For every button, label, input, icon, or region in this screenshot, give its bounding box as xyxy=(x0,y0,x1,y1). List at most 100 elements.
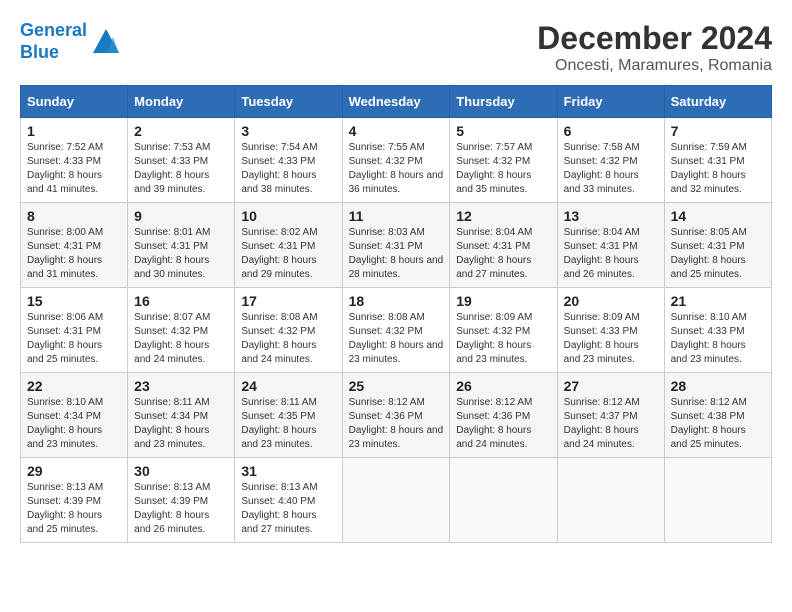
day-number: 4 xyxy=(349,123,444,139)
day-info: Sunrise: 8:12 AM Sunset: 4:36 PM Dayligh… xyxy=(349,396,444,452)
day-info: Sunrise: 8:11 AM Sunset: 4:35 PM Dayligh… xyxy=(241,396,335,452)
day-number: 20 xyxy=(564,293,658,309)
calendar-week-row: 29 Sunrise: 8:13 AM Sunset: 4:39 PM Dayl… xyxy=(21,458,772,543)
calendar-day-cell: 16 Sunrise: 8:07 AM Sunset: 4:32 PM Dayl… xyxy=(128,288,235,373)
calendar-day-cell: 26 Sunrise: 8:12 AM Sunset: 4:36 PM Dayl… xyxy=(450,373,557,458)
calendar-day-cell: 25 Sunrise: 8:12 AM Sunset: 4:36 PM Dayl… xyxy=(342,373,450,458)
day-number: 7 xyxy=(671,123,765,139)
day-number: 22 xyxy=(27,378,121,394)
day-number: 15 xyxy=(27,293,121,309)
calendar-day-cell: 7 Sunrise: 7:59 AM Sunset: 4:31 PM Dayli… xyxy=(664,118,771,203)
day-info: Sunrise: 8:05 AM Sunset: 4:31 PM Dayligh… xyxy=(671,226,765,282)
day-info: Sunrise: 8:12 AM Sunset: 4:37 PM Dayligh… xyxy=(564,396,658,452)
calendar-day-cell: 23 Sunrise: 8:11 AM Sunset: 4:34 PM Dayl… xyxy=(128,373,235,458)
day-info: Sunrise: 8:04 AM Sunset: 4:31 PM Dayligh… xyxy=(456,226,550,282)
calendar-day-cell: 8 Sunrise: 8:00 AM Sunset: 4:31 PM Dayli… xyxy=(21,203,128,288)
calendar-day-cell xyxy=(557,458,664,543)
calendar-day-cell: 17 Sunrise: 8:08 AM Sunset: 4:32 PM Dayl… xyxy=(235,288,342,373)
calendar-week-row: 15 Sunrise: 8:06 AM Sunset: 4:31 PM Dayl… xyxy=(21,288,772,373)
calendar-week-row: 22 Sunrise: 8:10 AM Sunset: 4:34 PM Dayl… xyxy=(21,373,772,458)
calendar-day-cell: 19 Sunrise: 8:09 AM Sunset: 4:32 PM Dayl… xyxy=(450,288,557,373)
day-number: 10 xyxy=(241,208,335,224)
calendar-day-cell: 12 Sunrise: 8:04 AM Sunset: 4:31 PM Dayl… xyxy=(450,203,557,288)
calendar-day-cell: 13 Sunrise: 8:04 AM Sunset: 4:31 PM Dayl… xyxy=(557,203,664,288)
month-year-title: December 2024 xyxy=(537,20,772,57)
logo: General Blue xyxy=(20,20,121,63)
calendar-day-cell xyxy=(664,458,771,543)
day-number: 8 xyxy=(27,208,121,224)
calendar-day-cell: 20 Sunrise: 8:09 AM Sunset: 4:33 PM Dayl… xyxy=(557,288,664,373)
logo-text: General Blue xyxy=(20,20,87,63)
day-number: 21 xyxy=(671,293,765,309)
day-info: Sunrise: 8:08 AM Sunset: 4:32 PM Dayligh… xyxy=(241,311,335,367)
day-info: Sunrise: 8:12 AM Sunset: 4:38 PM Dayligh… xyxy=(671,396,765,452)
calendar-day-cell: 10 Sunrise: 8:02 AM Sunset: 4:31 PM Dayl… xyxy=(235,203,342,288)
day-number: 13 xyxy=(564,208,658,224)
calendar-day-cell: 14 Sunrise: 8:05 AM Sunset: 4:31 PM Dayl… xyxy=(664,203,771,288)
calendar-day-cell: 18 Sunrise: 8:08 AM Sunset: 4:32 PM Dayl… xyxy=(342,288,450,373)
calendar-header-row: SundayMondayTuesdayWednesdayThursdayFrid… xyxy=(21,86,772,118)
calendar-table: SundayMondayTuesdayWednesdayThursdayFrid… xyxy=(20,85,772,543)
calendar-day-cell: 27 Sunrise: 8:12 AM Sunset: 4:37 PM Dayl… xyxy=(557,373,664,458)
calendar-day-cell: 24 Sunrise: 8:11 AM Sunset: 4:35 PM Dayl… xyxy=(235,373,342,458)
day-info: Sunrise: 8:09 AM Sunset: 4:32 PM Dayligh… xyxy=(456,311,550,367)
calendar-day-cell: 29 Sunrise: 8:13 AM Sunset: 4:39 PM Dayl… xyxy=(21,458,128,543)
day-info: Sunrise: 7:52 AM Sunset: 4:33 PM Dayligh… xyxy=(27,141,121,197)
calendar-day-cell: 9 Sunrise: 8:01 AM Sunset: 4:31 PM Dayli… xyxy=(128,203,235,288)
day-number: 9 xyxy=(134,208,228,224)
day-number: 28 xyxy=(671,378,765,394)
calendar-day-cell: 21 Sunrise: 8:10 AM Sunset: 4:33 PM Dayl… xyxy=(664,288,771,373)
day-number: 18 xyxy=(349,293,444,309)
day-number: 12 xyxy=(456,208,550,224)
day-info: Sunrise: 8:03 AM Sunset: 4:31 PM Dayligh… xyxy=(349,226,444,282)
day-info: Sunrise: 7:58 AM Sunset: 4:32 PM Dayligh… xyxy=(564,141,658,197)
day-info: Sunrise: 7:55 AM Sunset: 4:32 PM Dayligh… xyxy=(349,141,444,197)
day-number: 6 xyxy=(564,123,658,139)
calendar-week-row: 8 Sunrise: 8:00 AM Sunset: 4:31 PM Dayli… xyxy=(21,203,772,288)
day-number: 29 xyxy=(27,463,121,479)
calendar-day-cell xyxy=(450,458,557,543)
weekday-header-tuesday: Tuesday xyxy=(235,86,342,118)
day-info: Sunrise: 8:06 AM Sunset: 4:31 PM Dayligh… xyxy=(27,311,121,367)
day-number: 11 xyxy=(349,208,444,224)
day-info: Sunrise: 8:08 AM Sunset: 4:32 PM Dayligh… xyxy=(349,311,444,367)
calendar-day-cell: 11 Sunrise: 8:03 AM Sunset: 4:31 PM Dayl… xyxy=(342,203,450,288)
calendar-day-cell: 15 Sunrise: 8:06 AM Sunset: 4:31 PM Dayl… xyxy=(21,288,128,373)
day-number: 23 xyxy=(134,378,228,394)
weekday-header-wednesday: Wednesday xyxy=(342,86,450,118)
day-number: 3 xyxy=(241,123,335,139)
day-info: Sunrise: 8:13 AM Sunset: 4:40 PM Dayligh… xyxy=(241,481,335,537)
calendar-day-cell: 2 Sunrise: 7:53 AM Sunset: 4:33 PM Dayli… xyxy=(128,118,235,203)
weekday-header-friday: Friday xyxy=(557,86,664,118)
weekday-header-sunday: Sunday xyxy=(21,86,128,118)
day-number: 26 xyxy=(456,378,550,394)
calendar-week-row: 1 Sunrise: 7:52 AM Sunset: 4:33 PM Dayli… xyxy=(21,118,772,203)
day-number: 27 xyxy=(564,378,658,394)
calendar-body: 1 Sunrise: 7:52 AM Sunset: 4:33 PM Dayli… xyxy=(21,118,772,543)
day-info: Sunrise: 8:04 AM Sunset: 4:31 PM Dayligh… xyxy=(564,226,658,282)
day-info: Sunrise: 8:11 AM Sunset: 4:34 PM Dayligh… xyxy=(134,396,228,452)
calendar-day-cell: 30 Sunrise: 8:13 AM Sunset: 4:39 PM Dayl… xyxy=(128,458,235,543)
day-number: 31 xyxy=(241,463,335,479)
day-number: 1 xyxy=(27,123,121,139)
day-number: 24 xyxy=(241,378,335,394)
day-info: Sunrise: 7:54 AM Sunset: 4:33 PM Dayligh… xyxy=(241,141,335,197)
day-number: 14 xyxy=(671,208,765,224)
day-info: Sunrise: 8:13 AM Sunset: 4:39 PM Dayligh… xyxy=(27,481,121,537)
day-number: 30 xyxy=(134,463,228,479)
day-number: 5 xyxy=(456,123,550,139)
day-info: Sunrise: 8:00 AM Sunset: 4:31 PM Dayligh… xyxy=(27,226,121,282)
day-info: Sunrise: 8:02 AM Sunset: 4:31 PM Dayligh… xyxy=(241,226,335,282)
day-number: 17 xyxy=(241,293,335,309)
weekday-header-monday: Monday xyxy=(128,86,235,118)
day-info: Sunrise: 7:53 AM Sunset: 4:33 PM Dayligh… xyxy=(134,141,228,197)
calendar-day-cell: 1 Sunrise: 7:52 AM Sunset: 4:33 PM Dayli… xyxy=(21,118,128,203)
day-info: Sunrise: 7:57 AM Sunset: 4:32 PM Dayligh… xyxy=(456,141,550,197)
calendar-day-cell xyxy=(342,458,450,543)
logo-icon xyxy=(91,27,121,57)
day-info: Sunrise: 8:12 AM Sunset: 4:36 PM Dayligh… xyxy=(456,396,550,452)
day-number: 2 xyxy=(134,123,228,139)
calendar-day-cell: 5 Sunrise: 7:57 AM Sunset: 4:32 PM Dayli… xyxy=(450,118,557,203)
location-subtitle: Oncesti, Maramures, Romania xyxy=(537,57,772,75)
calendar-day-cell: 22 Sunrise: 8:10 AM Sunset: 4:34 PM Dayl… xyxy=(21,373,128,458)
